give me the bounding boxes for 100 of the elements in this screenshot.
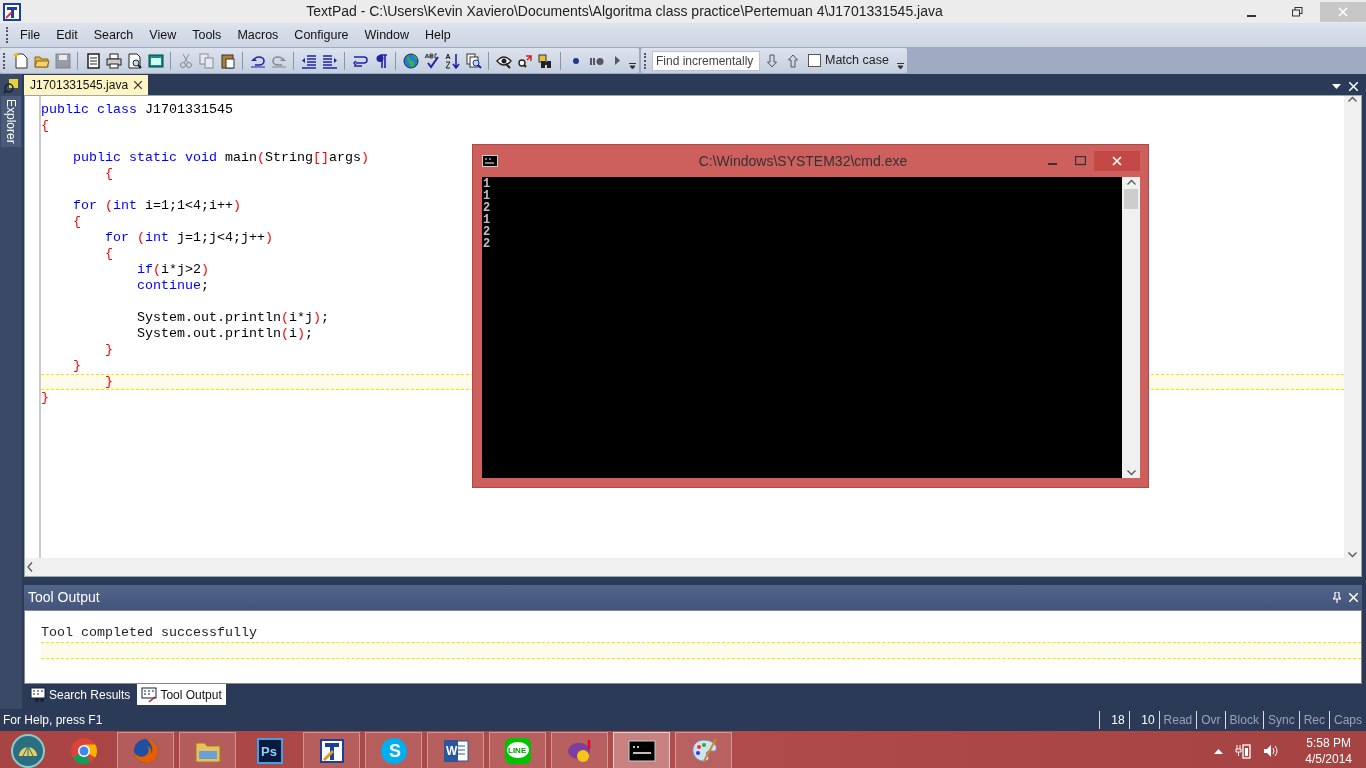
match-case-checkbox[interactable] (808, 54, 821, 67)
window-icon (147, 52, 164, 69)
menu-item[interactable]: Tools (184, 23, 230, 47)
match-case-label: Match case (825, 52, 889, 70)
code-line: System.out.println(i); (135, 326, 313, 341)
page-button[interactable] (11, 51, 30, 70)
menu-item[interactable]: Configure (286, 23, 357, 47)
window-button[interactable] (146, 51, 165, 70)
overflow-chevron-icon (629, 62, 636, 69)
taskbar-button[interactable] (613, 732, 670, 768)
output-line: Tool completed successfully (41, 625, 258, 642)
menu-item[interactable]: Help (417, 23, 459, 47)
document-icon (84, 52, 101, 69)
globe-button[interactable] (401, 51, 420, 70)
files-magnifier-button[interactable] (464, 51, 483, 70)
menu-item[interactable]: File (12, 23, 49, 47)
page-magnifier-button[interactable] (125, 51, 144, 70)
menu-item[interactable]: Macros (229, 23, 287, 47)
close-icon (134, 81, 143, 89)
files-magnifier-icon (465, 52, 482, 69)
status-field: Block (1224, 711, 1263, 729)
console-scrollbar[interactable] (1122, 177, 1140, 478)
magnifier-arrows-icon (516, 52, 533, 69)
code-line: public class J1701331545 (41, 102, 233, 117)
console-output-line: 2 (483, 202, 492, 214)
up-arrow-icon (787, 53, 798, 68)
clipboard-button[interactable] (218, 51, 237, 70)
document-tab[interactable]: J1701331545.java (24, 75, 149, 95)
close-button[interactable] (1094, 151, 1140, 171)
menu-item[interactable]: View (141, 23, 185, 47)
console-output-line: 2 (483, 226, 492, 238)
code-line: { (41, 118, 49, 133)
panel-tab[interactable]: Search Results (26, 684, 135, 705)
console-output-line: 1 (483, 178, 492, 190)
up-caret-icon (1126, 179, 1136, 185)
code-line: for (int i=1;1<4;i++) (72, 198, 241, 213)
lines-left-arrow-icon (300, 52, 317, 69)
panel-title: Tool Output (28, 588, 100, 607)
taskbar-button[interactable] (303, 732, 360, 768)
down-arrow-icon (766, 53, 777, 68)
dot-icon (572, 57, 579, 64)
code-line: System.out.println(i*j); (135, 310, 329, 325)
console-output-line: 2 (483, 238, 492, 250)
vertical-scrollbar[interactable] (1344, 96, 1361, 558)
menu-item[interactable]: Edit (48, 23, 86, 47)
close-icon (1349, 82, 1358, 91)
code-line: } (72, 358, 81, 373)
explorer-tab[interactable]: Explorer (1, 96, 21, 147)
photoshop-logo-icon: Ps (255, 736, 284, 765)
taskbar-button[interactable]: W (427, 732, 484, 768)
left-caret-icon (27, 562, 33, 572)
start-orb-icon (11, 733, 45, 768)
lines-right-arrow-icon (321, 52, 338, 69)
panel-tab[interactable]: Tool Output (137, 684, 226, 705)
up-caret-icon (1348, 96, 1357, 102)
menu-item[interactable]: Search (85, 23, 142, 47)
taskbar-button[interactable]: LINE (489, 732, 546, 768)
spell-check-button[interactable] (422, 51, 441, 70)
find-field[interactable]: Find incrementally (652, 50, 760, 71)
chrome-icon (69, 736, 98, 765)
power-plug-icon (1235, 742, 1252, 759)
taskbar-button[interactable]: Ps (241, 732, 298, 768)
clock-date: 4/5/2014 (1305, 750, 1352, 767)
close-icon (1349, 593, 1358, 602)
copy-pages-icon (198, 52, 215, 69)
code-line: for (int j=1;j<4;j++) (104, 230, 273, 245)
textpad-logo-icon (317, 736, 346, 765)
status-field: 10 (1128, 711, 1159, 729)
status-field: Rec (1298, 711, 1329, 729)
dropdown-caret-icon (1332, 83, 1341, 90)
horizontal-scrollbar[interactable] (25, 558, 1361, 576)
status-field: 18 (1098, 711, 1129, 729)
close-icon (1112, 156, 1122, 166)
spell-check-icon (423, 52, 440, 69)
clock-time: 5:58 PM (1305, 734, 1352, 751)
palette-icon (689, 736, 718, 765)
clipboard-icon (219, 52, 236, 69)
sort-icon (444, 52, 461, 69)
globe-icon (402, 52, 419, 69)
code-line: } (104, 342, 113, 357)
sort-button[interactable] (443, 51, 462, 70)
menu-item[interactable]: Window (356, 23, 418, 47)
down-caret-icon (1126, 470, 1136, 476)
code-line: if(i*j>2) (135, 262, 209, 277)
magnifier-folder-icon (3, 78, 19, 94)
page-icon (12, 52, 29, 69)
chat-bubble-icon: LINE (503, 736, 532, 765)
minimize-icon (1047, 163, 1057, 165)
code-line: { (104, 166, 113, 181)
code-line: } (41, 390, 49, 405)
up-caret-icon (1214, 747, 1224, 754)
close-icon (1338, 6, 1348, 17)
minimize-icon (1246, 14, 1256, 17)
overflow-chevron-icon (896, 62, 904, 69)
console-title: C:\Windows\SYSTEM32\cmd.exe (697, 151, 909, 171)
scissors-icon (177, 52, 194, 69)
printer-button[interactable] (104, 51, 123, 70)
scrollbar-thumb[interactable] (1124, 189, 1138, 209)
skype-logo-icon: S (379, 736, 408, 765)
maximize-icon (1074, 156, 1086, 166)
